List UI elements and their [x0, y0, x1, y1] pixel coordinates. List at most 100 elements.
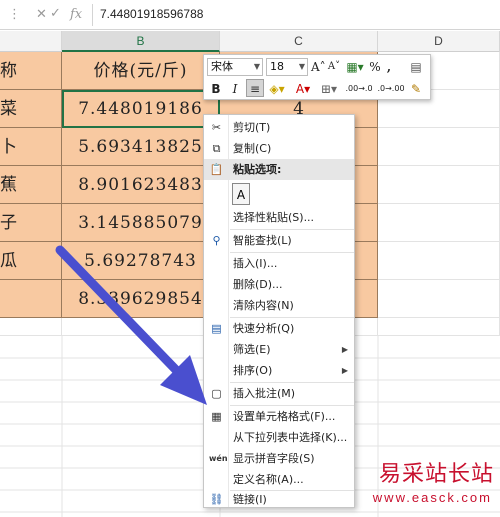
decrease-decimal-button[interactable]: .0→.00: [376, 80, 406, 98]
format-cells-icon: ▦: [211, 410, 222, 423]
menu-header-label: 粘贴选项:: [233, 163, 282, 176]
menu-item-sort[interactable]: 排序(O) ▶: [204, 360, 354, 381]
cell-b2[interactable]: 7.448019186: [62, 90, 220, 128]
menu-item-label: 复制(C): [233, 142, 272, 155]
clipboard-icon: 📋: [209, 163, 224, 176]
formula-input[interactable]: 7.44801918596788: [100, 7, 203, 21]
chevron-down-icon: ▼: [298, 62, 305, 71]
font-size-value: 18: [270, 60, 284, 73]
font-name-value: 宋体: [211, 60, 233, 73]
cell-a8[interactable]: [0, 318, 62, 336]
mini-toolbar: 宋体 ▼ 18 ▼ A˄ A˅ ▦▾ % , ▤ B I ≡ ◈▾ A▾ ⊞▾ …: [203, 54, 431, 100]
menu-item-label: 清除内容(N): [233, 299, 294, 312]
cell-d6[interactable]: [378, 242, 500, 280]
watermark-title: 易采站长站: [378, 462, 494, 487]
menu-item-clear-contents[interactable]: 清除内容(N): [204, 295, 354, 316]
cell-a4[interactable]: 蕉: [0, 166, 62, 204]
formula-divider: [92, 4, 93, 26]
paste-button-icon[interactable]: A: [232, 183, 250, 205]
link-icon: ⛓: [209, 493, 224, 506]
grow-font-button[interactable]: A˄: [311, 58, 326, 76]
cell-d5[interactable]: [378, 204, 500, 242]
column-header-row: B C D: [0, 31, 500, 52]
watermark-url: www.easck.com: [372, 490, 492, 505]
cell-b8[interactable]: [62, 318, 220, 336]
menu-item-show-phonetic[interactable]: wén 显示拼音字段(S): [204, 448, 354, 469]
percent-button[interactable]: %: [368, 58, 382, 76]
cell-d4[interactable]: [378, 166, 500, 204]
cell-d3[interactable]: [378, 128, 500, 166]
font-color-icon[interactable]: A▾: [292, 80, 314, 98]
search-icon: ⚲: [212, 234, 221, 247]
cell-a3[interactable]: 卜: [0, 128, 62, 166]
cell-b7[interactable]: 8.339629854: [62, 280, 220, 318]
quick-analysis-icon: ▤: [211, 322, 222, 335]
menu-item-label: 链接(I): [233, 493, 267, 506]
column-header-b[interactable]: B: [62, 31, 220, 52]
menu-item-quick-analysis[interactable]: ▤ 快速分析(Q): [204, 318, 354, 339]
cell-b3[interactable]: 5.693413825: [62, 128, 220, 166]
menu-item-define-name[interactable]: 定义名称(A)...: [204, 469, 354, 490]
menu-item-paste-special[interactable]: 选择性粘贴(S)...: [204, 207, 354, 228]
column-header-a[interactable]: [0, 31, 62, 52]
cell-a2[interactable]: 菜: [0, 90, 62, 128]
menu-item-label: 快速分析(Q): [233, 322, 295, 335]
align-center-icon[interactable]: ≡: [246, 79, 264, 97]
menu-item-label: 设置单元格格式(F)...: [233, 410, 336, 423]
cell-d8[interactable]: [378, 318, 500, 336]
menu-item-label: 剪切(T): [233, 121, 271, 134]
menu-item-format-cells[interactable]: ▦ 设置单元格格式(F)...: [204, 406, 354, 427]
comma-button[interactable]: ,: [384, 58, 394, 76]
number-format-icon[interactable]: ▦▾: [344, 58, 366, 76]
italic-button[interactable]: I: [228, 80, 242, 98]
context-menu: ✂ 剪切(T) ⧉ 复制(C) 📋 粘贴选项: A 选择性粘贴(S)... ⚲ …: [203, 114, 355, 508]
cell-b6[interactable]: 5.69278743: [62, 242, 220, 280]
scissors-icon: ✂: [211, 121, 222, 134]
format-painter-icon[interactable]: ▤: [408, 58, 424, 76]
comment-icon: ▢: [211, 387, 222, 400]
menu-item-pick-from-list[interactable]: 从下拉列表中选择(K)...: [204, 427, 354, 448]
cell-b1[interactable]: 价格(元/斤): [62, 52, 220, 90]
cell-d7[interactable]: [378, 280, 500, 318]
cell-b5[interactable]: 3.145885079: [62, 204, 220, 242]
paintbrush-icon[interactable]: ✎: [408, 80, 424, 98]
cell-b4[interactable]: 8.901623483: [62, 166, 220, 204]
menu-header-paste-options: 📋 粘贴选项:: [204, 159, 354, 180]
menu-item-label: 插入(I)...: [233, 257, 278, 270]
insert-function-icon[interactable]: fx: [70, 7, 82, 22]
menu-item-link[interactable]: ⛓ 链接(I): [204, 489, 354, 510]
increase-decimal-button[interactable]: .00→.0: [344, 80, 374, 98]
cell-a1[interactable]: 称: [0, 52, 62, 90]
menu-item-delete[interactable]: 删除(D)...: [204, 274, 354, 295]
font-name-combo[interactable]: 宋体 ▼: [207, 58, 263, 76]
menu-item-label: 选择性粘贴(S)...: [233, 211, 315, 224]
cell-a7[interactable]: [0, 280, 62, 318]
check-icon[interactable]: ✓: [50, 6, 61, 21]
column-header-d[interactable]: D: [378, 31, 500, 52]
menu-item-filter[interactable]: 筛选(E) ▶: [204, 339, 354, 360]
menu-item-label: 智能查找(L): [233, 234, 292, 247]
close-icon[interactable]: ✕: [36, 7, 47, 22]
chevron-right-icon: ▶: [341, 366, 348, 375]
menu-item-cut[interactable]: ✂ 剪切(T): [204, 117, 354, 138]
menu-item-smart-lookup[interactable]: ⚲ 智能查找(L): [204, 230, 354, 251]
borders-icon[interactable]: ⊞▾: [318, 80, 340, 98]
fill-color-icon[interactable]: ◈▾: [266, 80, 288, 98]
watermark: 易采站长站 www.easck.com: [372, 456, 498, 514]
formula-bar: ⋮ ✕ ✓ fx 7.44801918596788: [0, 0, 500, 30]
font-size-combo[interactable]: 18 ▼: [266, 58, 308, 76]
menu-item-insert[interactable]: 插入(I)...: [204, 253, 354, 274]
dropdown-icon[interactable]: ⋮: [8, 7, 21, 22]
chevron-down-icon: ▼: [253, 62, 260, 71]
shrink-font-button[interactable]: A˅: [327, 58, 341, 76]
cell-a6[interactable]: 瓜: [0, 242, 62, 280]
menu-item-label: 插入批注(M): [233, 387, 296, 400]
menu-item-label: 删除(D)...: [233, 278, 283, 291]
menu-item-copy[interactable]: ⧉ 复制(C): [204, 138, 354, 159]
column-header-c[interactable]: C: [220, 31, 378, 52]
bold-button[interactable]: B: [209, 80, 223, 98]
menu-item-label: 定义名称(A)...: [233, 473, 304, 486]
cell-a5[interactable]: 子: [0, 204, 62, 242]
phonetic-icon: wén: [209, 454, 228, 463]
menu-item-insert-comment[interactable]: ▢ 插入批注(M): [204, 383, 354, 404]
